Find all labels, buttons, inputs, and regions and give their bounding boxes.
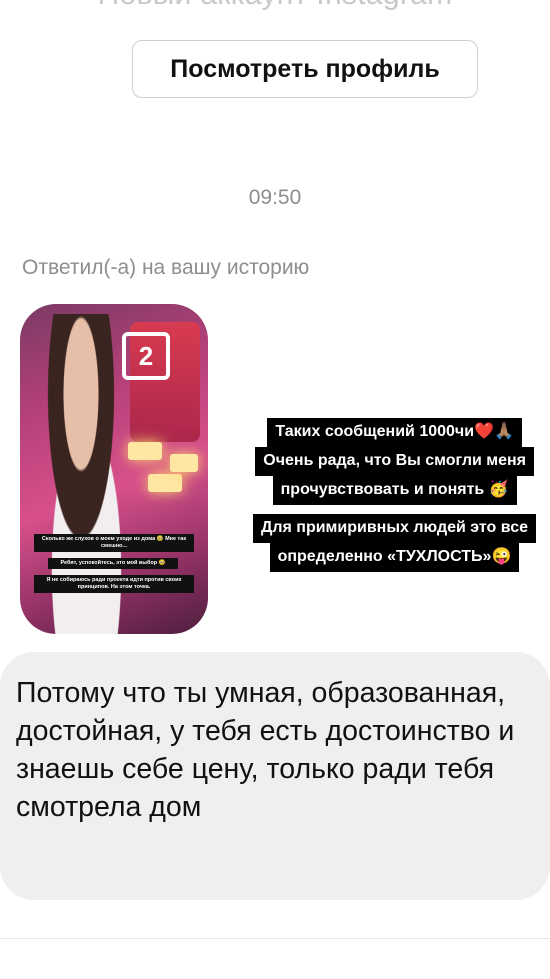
replied-to-story-label: Ответил(-а) на вашу историю: [22, 256, 310, 279]
story-caption: Ребят, успокойтесь, это мой выбор 🥹: [48, 558, 178, 570]
account-title-cut: Новый аккаунт Instagram: [0, 0, 550, 12]
story-caption: Я не собираюсь ради проекта идти против …: [34, 575, 194, 594]
message-text: Потому что ты умная, образованная, досто…: [16, 677, 515, 823]
view-profile-button[interactable]: Посмотреть профиль: [132, 40, 478, 98]
message-timestamp: 09:50: [248, 186, 302, 209]
reply-line: Таких сообщений 1000чи❤️🙏🏽: [267, 418, 522, 447]
story-preview[interactable]: 2 Сколько же слухов о моем уходе из дома…: [20, 304, 208, 634]
studio-lamp: [170, 454, 198, 472]
reply-line: прочувствовать и понять 🥳: [272, 476, 517, 505]
reply-line: определенно «ТУХЛОСТЬ»😜: [269, 543, 520, 572]
studio-lamp: [148, 474, 182, 492]
reply-sticker-2: Для примиривных людей это все определенн…: [252, 514, 536, 572]
message-bubble[interactable]: Потому что ты умная, образованная, досто…: [0, 652, 550, 900]
reply-line: Для примиривных людей это все: [252, 514, 536, 543]
reply-sticker-1: Таких сообщений 1000чи❤️🙏🏽 Очень рада, ч…: [255, 418, 534, 505]
story-caption: Сколько же слухов о моем уходе из дома 🥹…: [34, 534, 194, 553]
reply-line: Очень рада, что Вы смогли меня: [255, 447, 534, 476]
studio-lamp: [128, 442, 162, 460]
composer-bar[interactable]: [0, 938, 550, 979]
